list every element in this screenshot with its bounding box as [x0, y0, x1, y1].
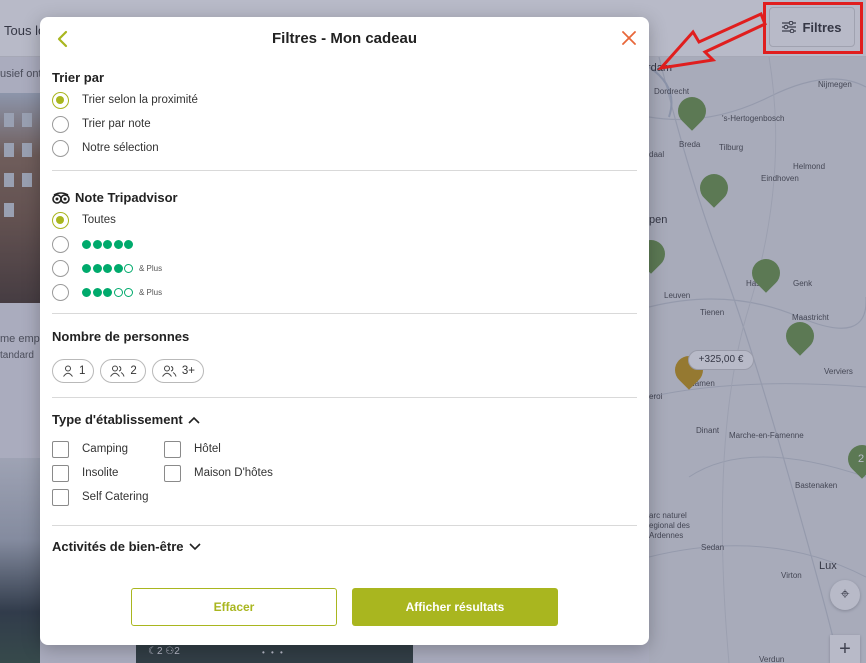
activities-section[interactable]: Activités de bien-être [52, 539, 637, 554]
radio-button[interactable] [52, 211, 69, 229]
type-option-label: Camping [82, 443, 129, 455]
type-option[interactable]: Hôtel [164, 440, 221, 458]
checkbox[interactable] [52, 440, 69, 458]
section-divider [52, 397, 637, 398]
type-section[interactable]: Type d'établissement [52, 412, 637, 427]
tripadvisor-owl-icon [52, 191, 70, 204]
sort-option[interactable]: Trier selon la proximité [52, 90, 198, 110]
people-option-3plus[interactable]: 3+ [151, 359, 204, 383]
type-option[interactable]: Insolite [52, 464, 118, 482]
two-persons-icon [110, 365, 125, 377]
chevron-up-icon[interactable] [188, 416, 200, 424]
type-option-label: Insolite [82, 467, 119, 479]
person-icon [63, 365, 73, 377]
people-option-label: 1 [79, 365, 86, 377]
type-option-label: Maison D'hôtes [194, 467, 273, 479]
radio-button[interactable] [52, 235, 69, 253]
people-option-2[interactable]: 2 [100, 359, 146, 383]
radio-button[interactable] [52, 283, 69, 301]
chevron-down-icon[interactable] [188, 542, 201, 551]
radio-button[interactable] [52, 139, 69, 157]
rating-bubbles [82, 263, 133, 273]
section-title: Trier par [52, 70, 105, 85]
radio-button[interactable] [52, 115, 69, 133]
section-divider [52, 313, 637, 314]
clear-button[interactable]: Effacer [131, 588, 337, 626]
sort-section: Trier par [52, 70, 637, 85]
rating-option[interactable]: & Plus [52, 258, 162, 278]
type-option[interactable]: Maison D'hôtes [164, 464, 273, 482]
checkbox[interactable] [52, 464, 69, 482]
group-icon [161, 365, 177, 377]
people-options: 1 2 3+ [52, 359, 204, 383]
type-option[interactable]: Self Catering [52, 488, 148, 506]
people-option-label: 3+ [181, 365, 195, 377]
rating-option[interactable]: & Plus [52, 282, 162, 302]
sort-option-label: Trier par note [82, 118, 151, 130]
tripadvisor-section: Note Tripadvisor [52, 190, 637, 205]
rating-option-label: Toutes [82, 214, 116, 226]
sort-option[interactable]: Trier par note [52, 114, 151, 134]
type-option[interactable]: Camping [52, 440, 128, 458]
sort-option-label: Trier selon la proximité [82, 94, 198, 106]
modal-title: Filtres - Mon cadeau [271, 30, 418, 47]
people-option-1[interactable]: 1 [52, 359, 95, 383]
section-title: Activités de bien-être [52, 539, 184, 554]
annotation-highlight-box [763, 2, 863, 54]
section-title: Note Tripadvisor [75, 190, 178, 205]
sort-option-label: Notre sélection [82, 142, 159, 154]
rating-bubbles [82, 287, 133, 297]
people-option-label: 2 [130, 365, 137, 377]
checkbox[interactable] [164, 440, 181, 458]
show-results-button[interactable]: Afficher résultats [352, 588, 558, 626]
rating-option[interactable] [52, 234, 133, 254]
radio-button[interactable] [52, 259, 69, 277]
radio-button[interactable] [52, 91, 69, 109]
close-icon[interactable] [620, 29, 638, 47]
people-section: Nombre de personnes [52, 329, 637, 344]
filters-modal: Filtres - Mon cadeau Trier par Trier sel… [40, 17, 649, 645]
rating-plus-label: & Plus [139, 287, 163, 297]
annotation-arrow-icon [657, 12, 767, 71]
section-divider [52, 170, 637, 171]
type-option-label: Hôtel [194, 443, 221, 455]
modal-header: Filtres - Mon cadeau [40, 17, 649, 61]
rating-bubbles [82, 239, 133, 249]
section-title: Nombre de personnes [52, 329, 190, 344]
rating-plus-label: & Plus [139, 263, 163, 273]
sort-option[interactable]: Notre sélection [52, 138, 159, 158]
checkbox[interactable] [164, 464, 181, 482]
section-title: Type d'établissement [52, 412, 183, 427]
rating-option[interactable]: Toutes [52, 210, 116, 230]
checkbox[interactable] [52, 488, 69, 506]
section-divider [52, 525, 637, 526]
type-option-label: Self Catering [82, 491, 149, 503]
